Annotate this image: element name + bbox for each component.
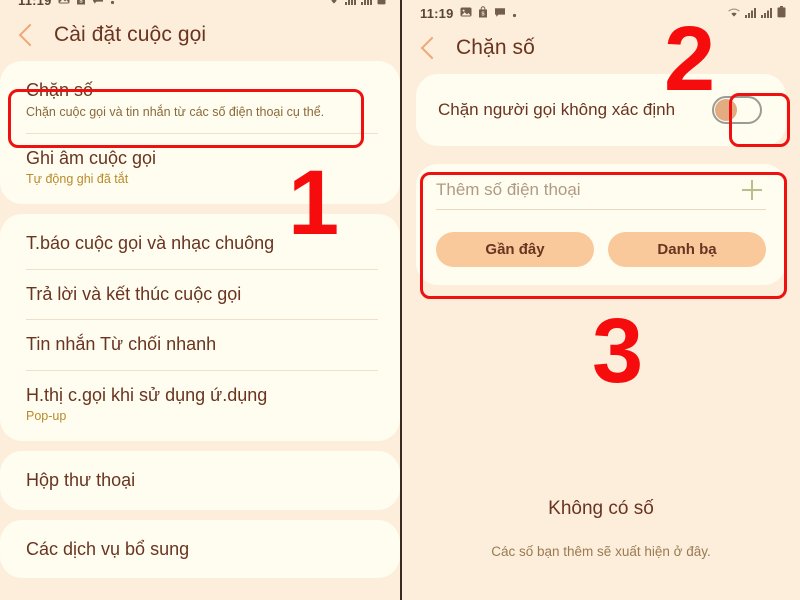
list-item-title: Ghi âm cuộc gọi (26, 147, 157, 168)
list-item-subtitle: Pop-up (26, 409, 67, 423)
status-clock: 11:19 (18, 0, 52, 8)
empty-state-subtitle: Các số bạn thêm sẽ xuất hiện ở đây. (491, 544, 711, 559)
screenshot-root: 11:19 S Cài đặt cuộc gọi Chặn số Chặn cu… (0, 0, 800, 600)
status-clock: 11:19 (420, 5, 454, 21)
list-item-voicemail[interactable]: Hộp thư thoại (0, 455, 400, 506)
signal-icon (361, 0, 373, 8)
add-number-input-row[interactable]: Thêm số điện thoại (436, 180, 766, 210)
toggle-knob (715, 99, 737, 121)
list-item-answer-end-calls[interactable]: Trả lời và kết thúc cuộc gọi (0, 268, 400, 320)
right-phone-panel: 11:19 S Chặn số Chặn người gọi không xác… (400, 0, 800, 600)
add-number-card: Thêm số điện thoại Gần đây Danh bạ (416, 164, 786, 285)
right-app-bar: Chặn số (402, 26, 800, 74)
list-item-subtitle: Tự động ghi đã tắt (26, 172, 129, 186)
settings-group-4: Các dịch vụ bổ sung (0, 519, 400, 578)
back-chevron-icon[interactable] (420, 36, 444, 60)
page-title: Chặn số (456, 36, 535, 59)
annotation-number-3: 3 (592, 300, 644, 402)
dot-icon (512, 6, 517, 21)
list-item-call-recording[interactable]: Ghi âm cuộc gọi Tự động ghi đã tắt (0, 132, 400, 201)
status-left-group: 11:19 S (18, 0, 115, 8)
settings-group-1: Chặn số Chặn cuộc gọi và tin nhắn từ các… (0, 61, 400, 204)
list-item-subtitle: Chặn cuộc gọi và tin nhắn từ các số điện… (26, 104, 325, 119)
list-item-supplementary-services[interactable]: Các dịch vụ bổ sung (0, 524, 400, 575)
settings-group-2: T.báo cuộc gọi và nhạc chuông Trả lời và… (0, 214, 400, 441)
status-right-group (727, 5, 786, 21)
list-item-title: Hộp thư thoại (26, 470, 136, 490)
block-unknown-callers-row[interactable]: Chặn người gọi không xác định (416, 78, 786, 142)
dot-icon (110, 0, 115, 8)
plus-icon[interactable] (742, 180, 762, 200)
wifi-icon (727, 6, 741, 21)
signal-icon (745, 6, 757, 21)
contacts-button[interactable]: Danh bạ (608, 232, 766, 267)
list-item-title: Chặn số (26, 80, 94, 100)
settings-group-3: Hộp thư thoại (0, 451, 400, 510)
signal-icon (761, 6, 773, 21)
wifi-icon (327, 0, 341, 8)
list-item-title: T.báo cuộc gọi và nhạc chuông (26, 233, 275, 253)
right-status-bar: 11:19 S (402, 0, 800, 26)
back-chevron-icon[interactable] (18, 23, 42, 47)
list-item-title: H.thị c.gọi khi sử dụng ứ.dụng (26, 384, 268, 405)
left-status-bar: 11:19 S (0, 0, 400, 13)
list-item-block-numbers[interactable]: Chặn số Chặn cuộc gọi và tin nhắn từ các… (0, 65, 400, 133)
page-title: Cài đặt cuộc gọi (54, 23, 207, 46)
left-phone-panel: 11:19 S Cài đặt cuộc gọi Chặn số Chặn cu… (0, 0, 400, 600)
image-icon (58, 0, 70, 8)
block-unknown-callers-card: Chặn người gọi không xác định (416, 74, 786, 146)
shopping-bag-icon: S (76, 0, 86, 8)
list-item-title: Tin nhắn Từ chối nhanh (26, 334, 217, 354)
empty-state-title: Không có số (548, 498, 654, 519)
image-icon (460, 6, 472, 21)
source-button-row: Gần đây Danh bạ (436, 232, 766, 267)
signal-icon (345, 0, 357, 8)
empty-state: Không có số Các số bạn thêm sẽ xuất hiện… (402, 498, 800, 559)
list-item-quick-decline-messages[interactable]: Tin nhắn Từ chối nhanh (0, 319, 400, 370)
status-left-group: 11:19 S (420, 6, 517, 21)
list-item-title: Các dịch vụ bổ sung (26, 538, 190, 559)
block-unknown-callers-toggle[interactable] (712, 96, 762, 124)
status-right-group (327, 0, 386, 8)
left-app-bar: Cài đặt cuộc gọi (0, 13, 400, 61)
shopping-bag-icon: S (478, 5, 488, 21)
battery-icon (377, 0, 386, 8)
recent-button[interactable]: Gần đây (436, 232, 594, 267)
list-item-title: Trả lời và kết thúc cuộc gọi (26, 283, 242, 304)
battery-icon (777, 5, 786, 21)
list-item-call-alerts[interactable]: T.báo cuộc gọi và nhạc chuông (0, 218, 400, 269)
toggle-label: Chặn người gọi không xác định (438, 100, 676, 119)
chat-icon (92, 0, 104, 8)
add-number-input[interactable]: Thêm số điện thoại (436, 180, 742, 200)
list-item-call-display-while-using-apps[interactable]: H.thị c.gọi khi sử dụng ứ.dụng Pop-up (0, 369, 400, 438)
chat-icon (494, 6, 506, 21)
